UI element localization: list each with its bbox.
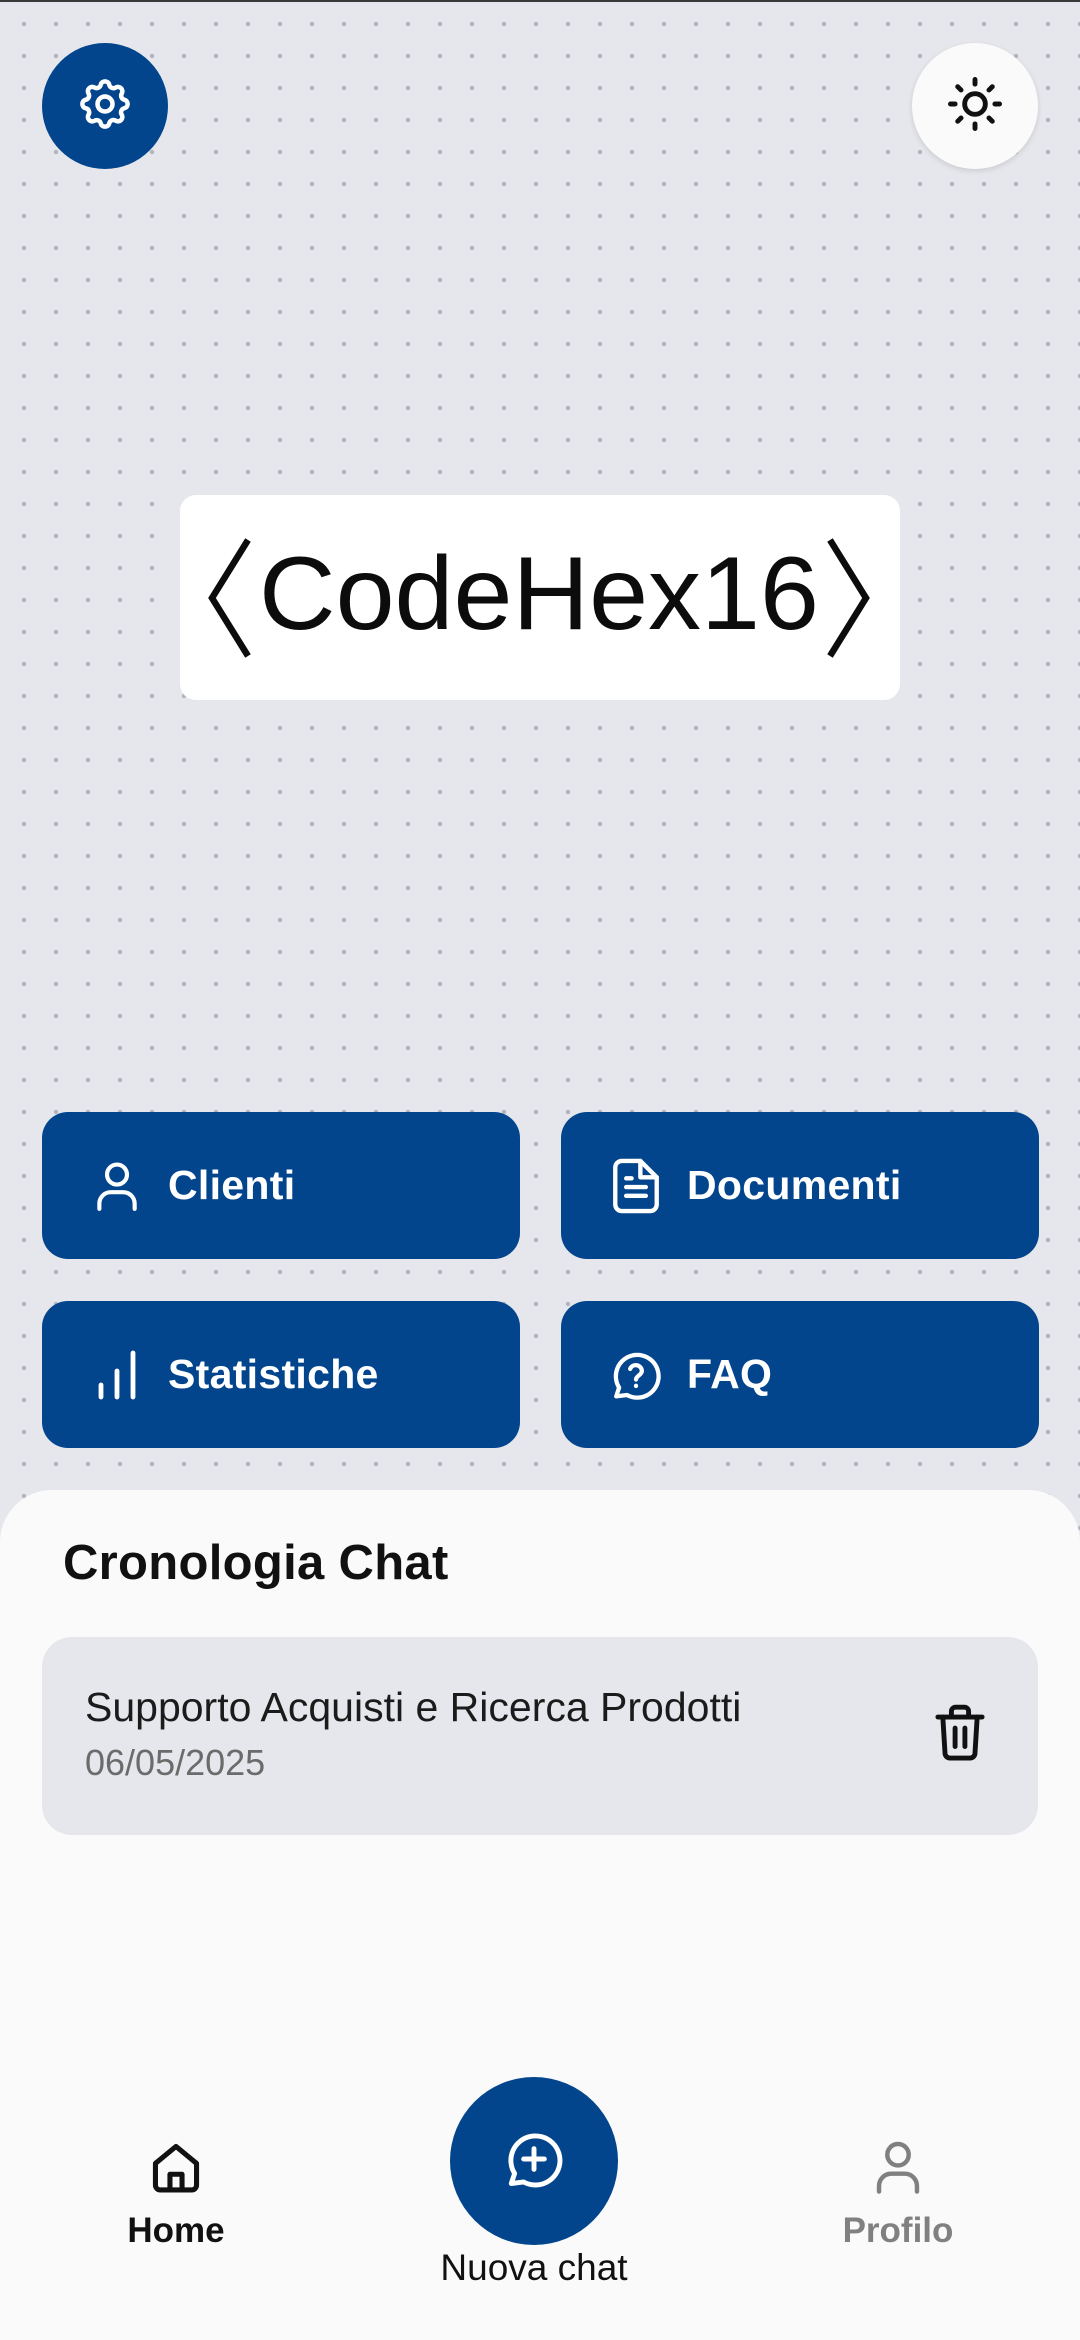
home-icon xyxy=(147,2138,205,2201)
clienti-label: Clienti xyxy=(168,1162,296,1208)
delete-chat-button[interactable] xyxy=(924,1697,996,1773)
chat-history-title: Cronologia Chat xyxy=(63,1536,449,1590)
documenti-label: Documenti xyxy=(687,1162,902,1208)
statistiche-button[interactable]: Statistiche xyxy=(42,1301,520,1448)
new-chat-label: Nuova chat xyxy=(440,2247,628,2288)
chat-history-item[interactable]: Supporto Acquisti e Ricerca Prodotti 06/… xyxy=(42,1637,1038,1835)
logo-text: CodeHex16 xyxy=(259,536,819,652)
nav-home[interactable]: Home xyxy=(96,2138,256,2251)
profile-icon xyxy=(871,2138,925,2201)
gear-icon xyxy=(75,74,135,139)
question-bubble-icon xyxy=(609,1348,663,1402)
documenti-button[interactable]: Documenti xyxy=(561,1112,1039,1259)
bar-chart-icon xyxy=(90,1348,144,1402)
sun-icon xyxy=(944,73,1006,140)
faq-label: FAQ xyxy=(687,1351,773,1397)
document-icon xyxy=(609,1158,663,1213)
logo-card: CodeHex16 xyxy=(180,495,900,700)
brand-logo: CodeHex16 xyxy=(208,536,870,658)
chat-item-title: Supporto Acquisti e Ricerca Prodotti xyxy=(85,1684,742,1730)
nav-profile[interactable]: Profilo xyxy=(818,2138,978,2251)
nav-profile-label: Profilo xyxy=(842,2211,954,2250)
statistiche-label: Statistiche xyxy=(168,1351,379,1397)
faq-button[interactable]: FAQ xyxy=(561,1301,1039,1448)
trash-icon xyxy=(933,1703,987,1768)
chat-plus-icon xyxy=(503,2128,565,2195)
new-chat-button[interactable] xyxy=(450,2077,618,2245)
settings-button[interactable] xyxy=(42,43,168,169)
clienti-button[interactable]: Clienti xyxy=(42,1112,520,1259)
chat-item-date: 06/05/2025 xyxy=(85,1742,266,1783)
user-icon xyxy=(90,1159,144,1213)
status-edge xyxy=(0,0,1080,2)
nav-home-label: Home xyxy=(127,2211,225,2250)
theme-toggle-button[interactable] xyxy=(912,43,1038,169)
